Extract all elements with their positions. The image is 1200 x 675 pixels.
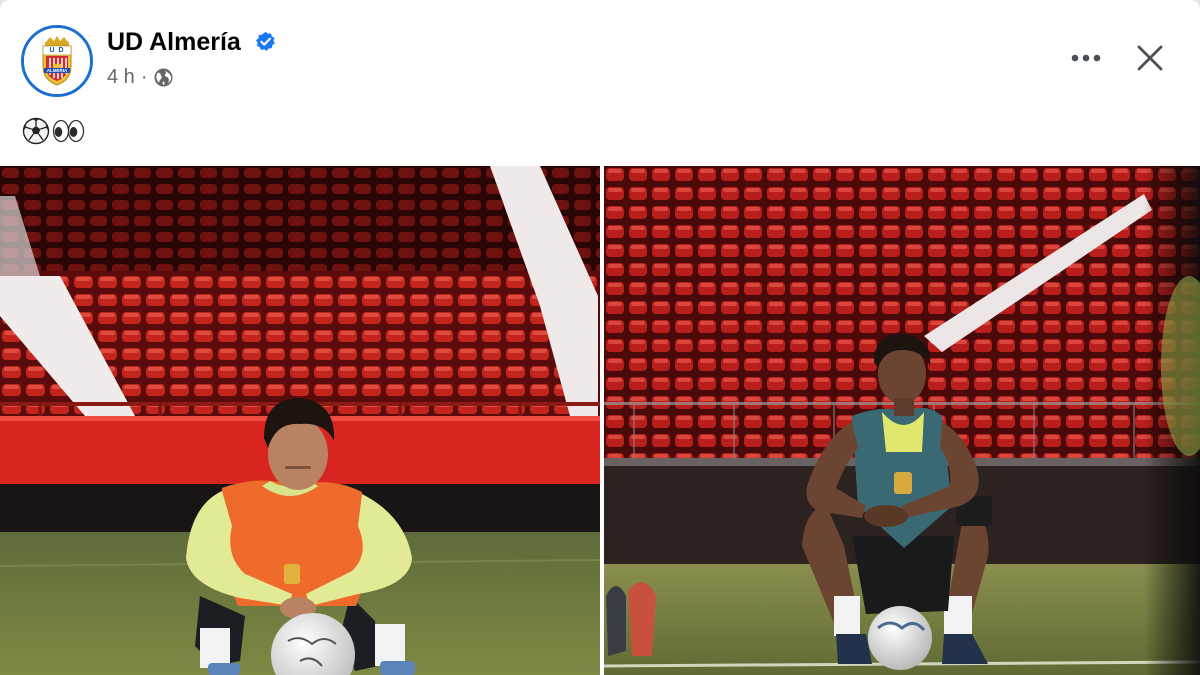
post-header: U D ALMERIA UD Almería 4 h · — [0, 0, 1200, 112]
page-name-link[interactable]: UD Almería — [107, 28, 241, 57]
post-caption — [22, 116, 85, 146]
crest-letters-bottom: ALMERIA — [46, 68, 68, 73]
verified-badge-icon — [256, 31, 275, 51]
facebook-post-card: U D ALMERIA UD Almería 4 h · — [0, 0, 1200, 675]
more-options-icon — [1071, 54, 1101, 62]
soccer-ball-emoji — [22, 117, 50, 145]
page-avatar[interactable]: U D ALMERIA — [21, 25, 93, 97]
photo-grid — [0, 166, 1200, 675]
photo-player-green-bib[interactable] — [604, 166, 1200, 675]
photo-right-image — [604, 166, 1200, 675]
eyes-emoji — [52, 119, 85, 143]
globe-icon[interactable] — [153, 67, 174, 88]
crest-letters-top: U D — [49, 47, 65, 54]
close-icon — [1137, 45, 1163, 71]
post-timestamp[interactable]: 4 h — [107, 66, 135, 89]
more-options-button[interactable] — [1064, 38, 1108, 78]
close-button[interactable] — [1128, 36, 1172, 80]
ud-almeria-crest-logo — [24, 28, 90, 94]
photo-left-image — [0, 166, 600, 675]
meta-separator: · — [140, 66, 148, 88]
photo-player-orange-bib[interactable] — [0, 166, 600, 675]
post-meta: 4 h · — [107, 66, 174, 89]
